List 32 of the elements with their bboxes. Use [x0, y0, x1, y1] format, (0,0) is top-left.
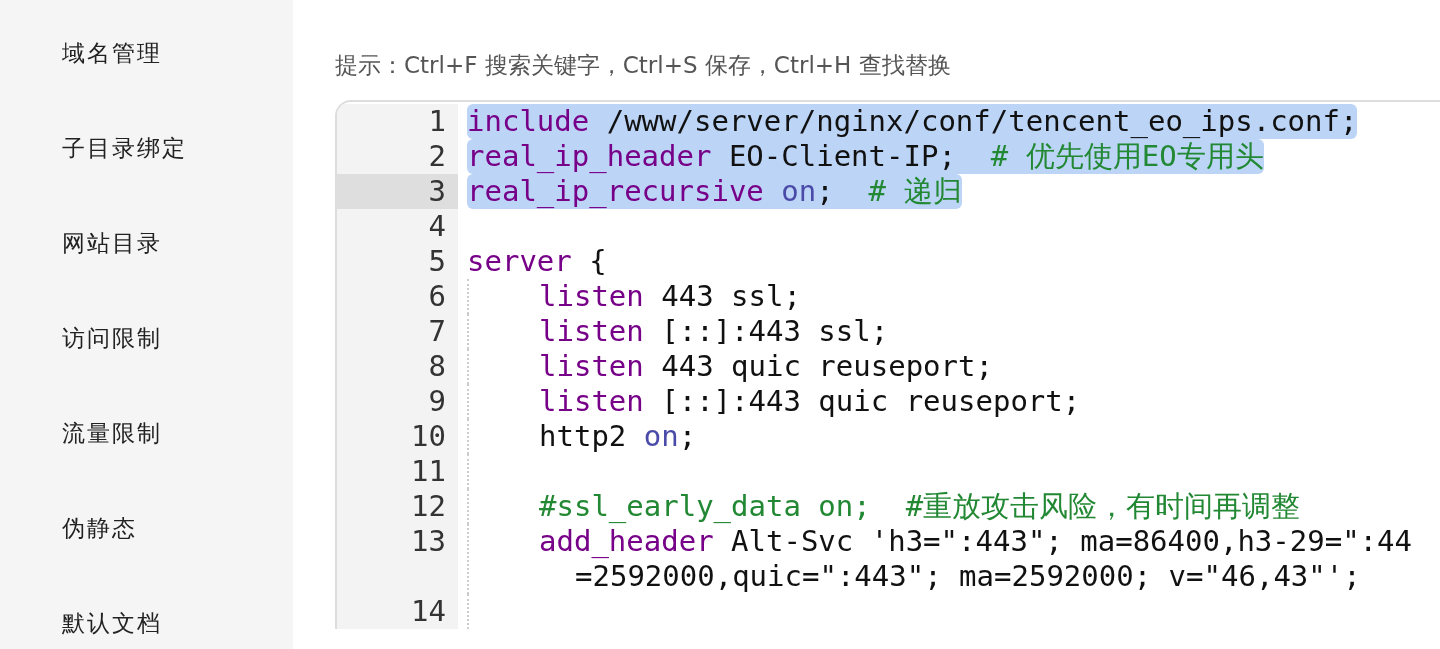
sidebar-item[interactable]: 访问限制 — [0, 319, 293, 414]
line-number: 7 — [428, 314, 446, 348]
code-line: listen [::]:443 quic reuseport; — [539, 384, 1081, 419]
sidebar-item[interactable]: 流量限制 — [0, 414, 293, 509]
code-line: listen 443 ssl; — [539, 279, 801, 314]
line-number: 11 — [411, 454, 446, 488]
line-number: 6 — [428, 279, 446, 313]
line-number: 14 — [411, 594, 446, 628]
code-line: add_header Alt-Svc 'h3=":443"; ma=86400,h3-29=":44 — [539, 524, 1412, 559]
line-number: 4 — [428, 209, 446, 243]
code-line: http2 on; — [539, 419, 697, 454]
line-number: 10 — [411, 419, 446, 453]
code-editor[interactable] — [335, 100, 1440, 629]
code-line: #ssl_early_data on; #重放攻击风险，有时间再调整 — [539, 489, 1301, 524]
line-number: 9 — [428, 384, 446, 418]
line-number: 12 — [411, 489, 446, 523]
line-number: 1 — [428, 104, 446, 138]
line-number: 3 — [428, 174, 446, 208]
sidebar-item[interactable]: 域名管理 — [0, 34, 293, 129]
sidebar-item[interactable]: 默认文档 — [0, 604, 293, 649]
line-number: 13 — [411, 524, 446, 558]
sidebar-item[interactable]: 伪静态 — [0, 509, 293, 604]
sidebar-item[interactable]: 网站目录 — [0, 224, 293, 319]
line-number: 8 — [428, 349, 446, 383]
hint-text: 提示：Ctrl+F 搜索关键字，Ctrl+S 保存，Ctrl+H 查找替换 — [335, 51, 952, 80]
code-line: listen 443 quic reuseport; — [539, 349, 993, 384]
code-line: server { — [467, 244, 607, 279]
line-number: 2 — [428, 139, 446, 173]
line-number: 5 — [428, 244, 446, 278]
sidebar-item[interactable]: 子目录绑定 — [0, 129, 293, 224]
code-line: listen [::]:443 ssl; — [539, 314, 889, 349]
code-line: =2592000,quic=":443"; ma=2592000; v="46,43"'; — [574, 559, 1361, 594]
